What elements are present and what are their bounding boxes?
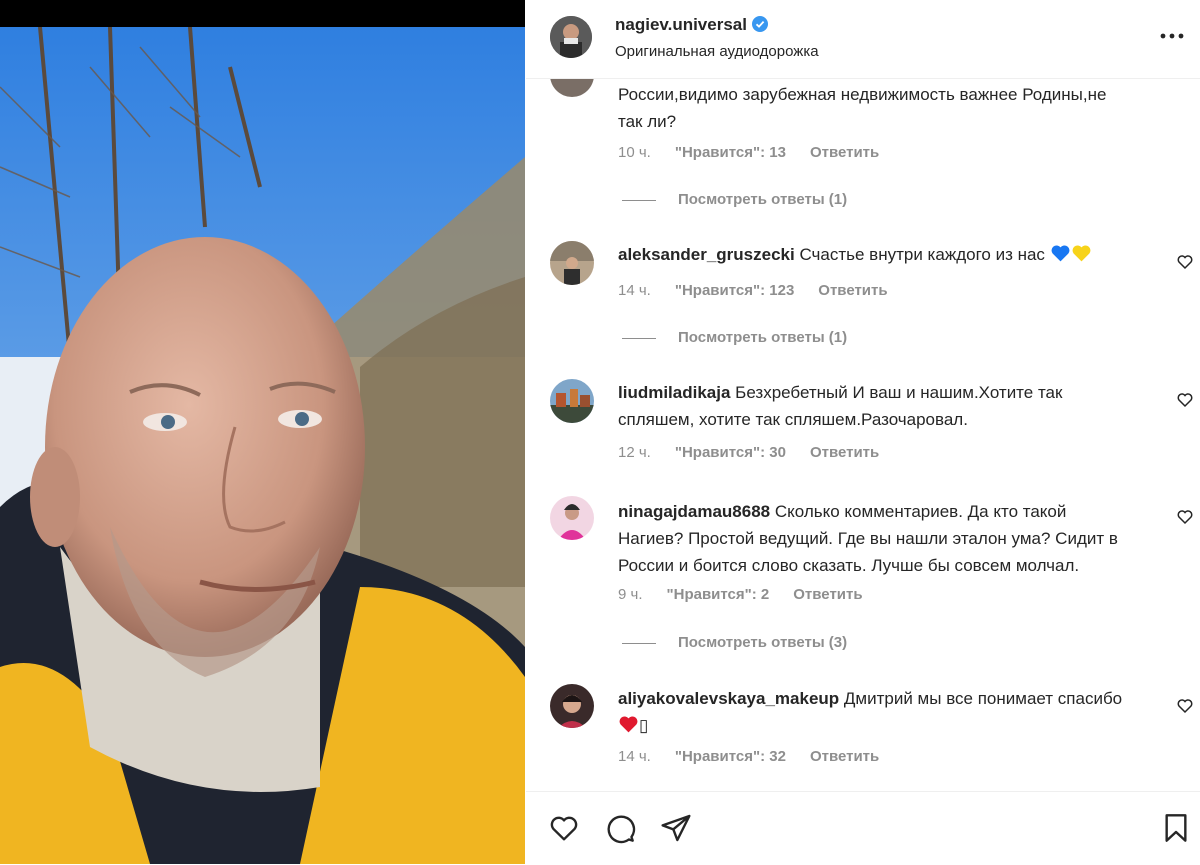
comment-likes[interactable]: "Нравится": 123 xyxy=(675,282,794,299)
author-avatar[interactable] xyxy=(550,16,592,58)
more-icon[interactable] xyxy=(1158,25,1186,45)
verified-icon xyxy=(751,16,768,32)
like-comment-heart-icon[interactable] xyxy=(1176,391,1194,409)
post-media[interactable] xyxy=(0,0,525,864)
view-replies-button[interactable]: Посмотреть ответы (3) xyxy=(622,634,847,651)
comment-meta: 9 ч. "Нравится": 2 Ответить xyxy=(618,586,887,603)
comment-likes[interactable]: "Нравится": 2 xyxy=(667,586,770,603)
yellow-heart-icon xyxy=(1072,245,1091,262)
comment-text: России,видимо зарубежная недвижимость ва… xyxy=(618,85,1107,131)
commenter-avatar[interactable] xyxy=(550,496,594,540)
comment-meta: 10 ч. "Нравится": 13 Ответить xyxy=(618,144,903,161)
comment-body: liudmiladikaja Безхребетный И ваш и наши… xyxy=(618,379,1128,433)
red-heart-icon xyxy=(619,716,638,733)
like-comment-heart-icon[interactable] xyxy=(1176,508,1194,526)
author-username[interactable]: nagiev.universal xyxy=(615,15,747,34)
video-frame xyxy=(0,27,525,864)
comment-body: aliyakovalevskaya_makeup Дмитрий мы все … xyxy=(618,685,1128,739)
comment-text: Счастье внутри каждого из нас xyxy=(799,245,1045,264)
comment-likes[interactable]: "Нравится": 13 xyxy=(675,144,786,161)
audio-track-link[interactable]: Оригинальная аудиодорожка xyxy=(615,43,819,60)
comment-likes[interactable]: "Нравится": 30 xyxy=(675,444,786,461)
comment-username[interactable]: ninagajdamau8688 xyxy=(618,502,770,521)
comment-time[interactable]: 10 ч. xyxy=(618,144,651,161)
author-username-row[interactable]: nagiev.universal xyxy=(615,15,768,35)
view-replies-button[interactable]: Посмотреть ответы (1) xyxy=(622,329,847,346)
comment-body: aleksander_gruszecki Счастье внутри кажд… xyxy=(618,241,1128,268)
reply-button[interactable]: Ответить xyxy=(810,444,879,461)
comment-username[interactable]: aleksander_gruszecki xyxy=(618,245,795,264)
comment-time[interactable]: 14 ч. xyxy=(618,748,651,765)
comment-username[interactable]: aliyakovalevskaya_makeup xyxy=(618,689,839,708)
share-icon[interactable] xyxy=(660,812,692,844)
commenter-avatar[interactable] xyxy=(550,684,594,728)
commenter-avatar[interactable] xyxy=(550,241,594,285)
comment-meta: 14 ч. "Нравится": 32 Ответить xyxy=(618,748,903,765)
post-sidebar: nagiev.universal Оригинальная аудиодорож… xyxy=(526,0,1200,864)
comment-time[interactable]: 9 ч. xyxy=(618,586,643,603)
bookmark-icon[interactable] xyxy=(1160,812,1192,844)
reply-button[interactable]: Ответить xyxy=(818,282,887,299)
blue-heart-icon xyxy=(1051,245,1070,262)
commenter-avatar[interactable] xyxy=(550,79,594,97)
comment-text: Дмитрий мы все понимает спасибо xyxy=(843,689,1123,708)
post-actions-bar xyxy=(526,791,1200,865)
commenter-avatar[interactable] xyxy=(550,379,594,423)
reply-button[interactable]: Ответить xyxy=(793,586,862,603)
comments-list[interactable]: России,видимо зарубежная недвижимость ва… xyxy=(526,79,1200,791)
view-replies-button[interactable]: Посмотреть ответы (1) xyxy=(622,191,847,208)
comment-time[interactable]: 14 ч. xyxy=(618,282,651,299)
like-comment-heart-icon[interactable] xyxy=(1176,697,1194,715)
comment-meta: 12 ч. "Нравится": 30 Ответить xyxy=(618,444,903,461)
comment-time[interactable]: 12 ч. xyxy=(618,444,651,461)
comment-icon[interactable] xyxy=(604,812,636,844)
comment-username[interactable]: liudmiladikaja xyxy=(618,383,730,402)
comment-meta: 14 ч. "Нравится": 123 Ответить xyxy=(618,282,912,299)
comment-text-tail: ▯ xyxy=(639,716,649,735)
reply-button[interactable]: Ответить xyxy=(810,144,879,161)
heart-icon[interactable] xyxy=(548,812,580,844)
reply-button[interactable]: Ответить xyxy=(810,748,879,765)
like-comment-heart-icon[interactable] xyxy=(1176,253,1194,271)
comment-likes[interactable]: "Нравится": 32 xyxy=(675,748,786,765)
post-header: nagiev.universal Оригинальная аудиодорож… xyxy=(526,0,1200,79)
comment-body: ninagajdamau8688 Сколько комментариев. Д… xyxy=(618,498,1128,579)
